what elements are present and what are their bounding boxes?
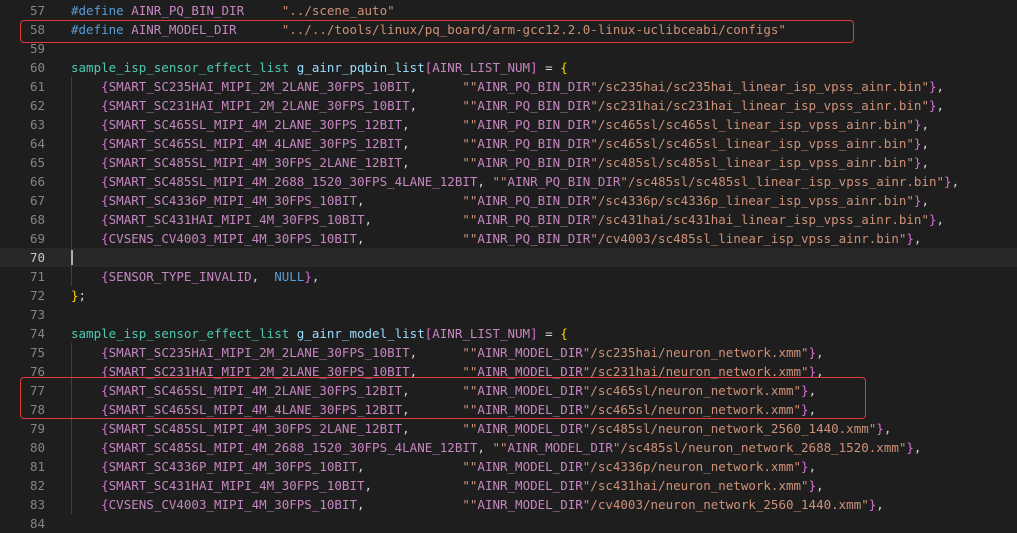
code-line[interactable]: 59 bbox=[0, 39, 1017, 58]
code-text: {SMART_SC431HAI_MIPI_4M_30FPS_10BIT, ""A… bbox=[101, 212, 945, 227]
code-text: {SMART_SC231HAI_MIPI_2M_2LANE_30FPS_10BI… bbox=[101, 364, 824, 379]
line-number: 63 bbox=[29, 117, 45, 132]
code-line[interactable]: 71 {SENSOR_TYPE_INVALID, NULL}, bbox=[0, 267, 1017, 286]
code-line[interactable]: 67 {SMART_SC4336P_MIPI_4M_30FPS_10BIT, "… bbox=[0, 191, 1017, 210]
line-number: 67 bbox=[29, 193, 45, 208]
line-number: 77 bbox=[29, 383, 45, 398]
code-editor[interactable]: 57 #define AINR_PQ_BIN_DIR "../scene_auto… bbox=[0, 0, 1017, 533]
code-line[interactable]: 78 {SMART_SC465SL_MIPI_4M_4LANE_30FPS_12… bbox=[0, 400, 1017, 419]
code-line[interactable]: 69 {CVSENS_CV4003_MIPI_4M_30FPS_10BIT, "… bbox=[0, 229, 1017, 248]
code-text: {SMART_SC465SL_MIPI_4M_4LANE_30FPS_12BIT… bbox=[101, 402, 817, 417]
code-line[interactable]: 63 {SMART_SC465SL_MIPI_4M_2LANE_30FPS_12… bbox=[0, 115, 1017, 134]
code-text: {SMART_SC235HAI_MIPI_2M_2LANE_30FPS_10BI… bbox=[101, 79, 945, 94]
line-number: 79 bbox=[29, 421, 45, 436]
code-text: #define AINR_PQ_BIN_DIR "../scene_auto" bbox=[71, 3, 395, 18]
code-line[interactable]: 75 {SMART_SC235HAI_MIPI_2M_2LANE_30FPS_1… bbox=[0, 343, 1017, 362]
code-line[interactable]: 83 {CVSENS_CV4003_MIPI_4M_30FPS_10BIT, "… bbox=[0, 495, 1017, 514]
line-number: 84 bbox=[29, 516, 45, 531]
code-text: {SMART_SC4336P_MIPI_4M_30FPS_10BIT, ""AI… bbox=[101, 193, 929, 208]
code-line[interactable]: 62 {SMART_SC231HAI_MIPI_2M_2LANE_30FPS_1… bbox=[0, 96, 1017, 115]
text-cursor bbox=[71, 250, 73, 265]
code-text: {SMART_SC465SL_MIPI_4M_4LANE_30FPS_12BIT… bbox=[101, 136, 929, 151]
line-number: 57 bbox=[29, 3, 45, 18]
line-number: 59 bbox=[29, 41, 45, 56]
code-text: {SMART_SC485SL_MIPI_4M_2688_1520_30FPS_4… bbox=[101, 440, 922, 455]
line-number: 81 bbox=[29, 459, 45, 474]
code-text: {SENSOR_TYPE_INVALID, NULL}, bbox=[101, 269, 320, 284]
code-text: {CVSENS_CV4003_MIPI_4M_30FPS_10BIT, ""AI… bbox=[101, 231, 922, 246]
line-number: 58 bbox=[29, 22, 45, 37]
code-text: {SMART_SC4336P_MIPI_4M_30FPS_10BIT, ""AI… bbox=[101, 459, 817, 474]
line-number: 74 bbox=[29, 326, 45, 341]
line-number: 71 bbox=[29, 269, 45, 284]
line-number: 64 bbox=[29, 136, 45, 151]
code-line[interactable]: 57 #define AINR_PQ_BIN_DIR "../scene_auto… bbox=[0, 1, 1017, 20]
code-text: #define AINR_MODEL_DIR "../../tools/linu… bbox=[71, 22, 786, 37]
code-text: {SMART_SC431HAI_MIPI_4M_30FPS_10BIT, ""A… bbox=[101, 478, 824, 493]
code-line[interactable]: 65 {SMART_SC485SL_MIPI_4M_30FPS_2LANE_12… bbox=[0, 153, 1017, 172]
code-text: {SMART_SC465SL_MIPI_4M_2LANE_30FPS_12BIT… bbox=[101, 117, 929, 132]
code-line[interactable]: 58 #define AINR_MODEL_DIR "../../tools/li… bbox=[0, 20, 1017, 39]
line-number: 65 bbox=[29, 155, 45, 170]
code-text: {SMART_SC465SL_MIPI_4M_2LANE_30FPS_12BIT… bbox=[101, 383, 817, 398]
code-line[interactable]: 79 {SMART_SC485SL_MIPI_4M_30FPS_2LANE_12… bbox=[0, 419, 1017, 438]
code-text: sample_isp_sensor_effect_list g_ainr_pqb… bbox=[71, 60, 568, 75]
code-text: {SMART_SC485SL_MIPI_4M_2688_1520_30FPS_4… bbox=[101, 174, 960, 189]
code-text: {SMART_SC485SL_MIPI_4M_30FPS_2LANE_12BIT… bbox=[101, 155, 929, 170]
code-line[interactable]: 68 {SMART_SC431HAI_MIPI_4M_30FPS_10BIT, … bbox=[0, 210, 1017, 229]
code-line[interactable]: 73 bbox=[0, 305, 1017, 324]
line-number: 83 bbox=[29, 497, 45, 512]
code-line[interactable]: 66 {SMART_SC485SL_MIPI_4M_2688_1520_30FP… bbox=[0, 172, 1017, 191]
line-number: 62 bbox=[29, 98, 45, 113]
code-line[interactable]: 61 {SMART_SC235HAI_MIPI_2M_2LANE_30FPS_1… bbox=[0, 77, 1017, 96]
code-line[interactable]: 81 {SMART_SC4336P_MIPI_4M_30FPS_10BIT, "… bbox=[0, 457, 1017, 476]
code-line[interactable]: 70 bbox=[0, 248, 1017, 267]
code-line[interactable]: 77 {SMART_SC465SL_MIPI_4M_2LANE_30FPS_12… bbox=[0, 381, 1017, 400]
code-line[interactable]: 84 bbox=[0, 514, 1017, 533]
line-number: 66 bbox=[29, 174, 45, 189]
code-text: }; bbox=[71, 288, 87, 303]
code-line[interactable]: 82 {SMART_SC431HAI_MIPI_4M_30FPS_10BIT, … bbox=[0, 476, 1017, 495]
code-line[interactable]: 76 {SMART_SC231HAI_MIPI_2M_2LANE_30FPS_1… bbox=[0, 362, 1017, 381]
line-number: 70 bbox=[29, 250, 45, 265]
code-line[interactable]: 74 sample_isp_sensor_effect_list g_ainr_m… bbox=[0, 324, 1017, 343]
line-number: 75 bbox=[29, 345, 45, 360]
line-number: 73 bbox=[29, 307, 45, 322]
code-text: {SMART_SC235HAI_MIPI_2M_2LANE_30FPS_10BI… bbox=[101, 345, 824, 360]
line-number: 69 bbox=[29, 231, 45, 246]
code-text: sample_isp_sensor_effect_list g_ainr_mod… bbox=[71, 326, 568, 341]
line-number: 68 bbox=[29, 212, 45, 227]
line-number: 82 bbox=[29, 478, 45, 493]
code-text: {SMART_SC231HAI_MIPI_2M_2LANE_30FPS_10BI… bbox=[101, 98, 945, 113]
line-number: 72 bbox=[29, 288, 45, 303]
code-line[interactable]: 72}; bbox=[0, 286, 1017, 305]
line-number: 60 bbox=[29, 60, 45, 75]
code-line[interactable]: 64 {SMART_SC465SL_MIPI_4M_4LANE_30FPS_12… bbox=[0, 134, 1017, 153]
code-text: {SMART_SC485SL_MIPI_4M_30FPS_2LANE_12BIT… bbox=[101, 421, 892, 436]
line-number: 80 bbox=[29, 440, 45, 455]
code-line[interactable]: 60 sample_isp_sensor_effect_list g_ainr_p… bbox=[0, 58, 1017, 77]
line-number: 76 bbox=[29, 364, 45, 379]
code-text: {CVSENS_CV4003_MIPI_4M_30FPS_10BIT, ""AI… bbox=[101, 497, 884, 512]
code-line[interactable]: 80 {SMART_SC485SL_MIPI_4M_2688_1520_30FP… bbox=[0, 438, 1017, 457]
line-number: 61 bbox=[29, 79, 45, 94]
line-number: 78 bbox=[29, 402, 45, 417]
